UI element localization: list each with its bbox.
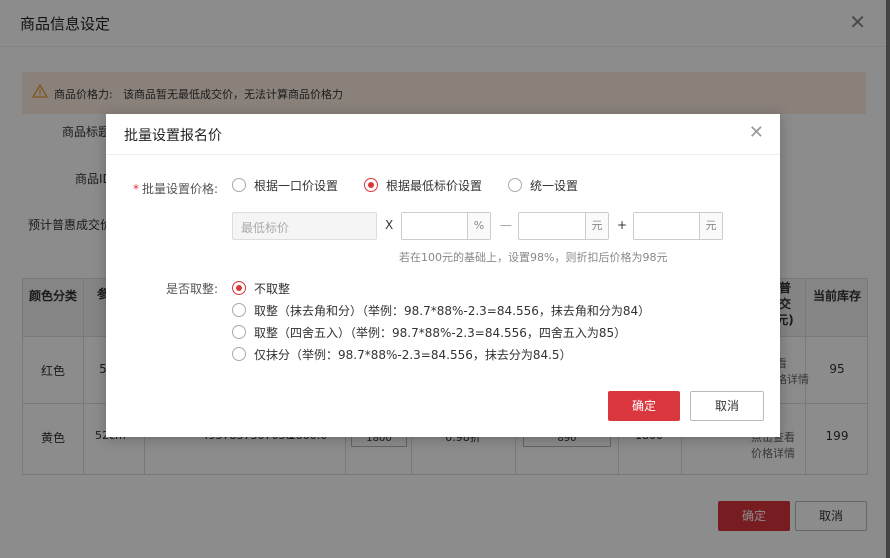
price-option-lowest[interactable]: 根据最低标价设置: [364, 177, 482, 194]
yuan-unit: 元: [699, 213, 722, 239]
radio-checked-icon: [232, 281, 246, 295]
price-option-label: 根据一口价设置: [254, 179, 339, 193]
radio-icon: [232, 178, 246, 192]
radio-icon: [232, 303, 246, 317]
rounding-label: 是否取整:: [165, 282, 218, 296]
percent-input[interactable]: %: [401, 212, 491, 240]
price-option-label: 根据最低标价设置: [386, 179, 483, 193]
plus-amount-input[interactable]: 元: [633, 212, 723, 240]
rounding-option-label: 仅抹分（举例：98.7*88%-2.3=84.556，抹去分为84.5）: [254, 348, 572, 362]
base-price-select[interactable]: 最低标价: [232, 212, 377, 240]
batch-price-label-text: 批量设置价格:: [141, 182, 218, 196]
radio-icon: [232, 325, 246, 339]
rounding-option-label: 不取整: [254, 282, 291, 296]
rounding-option-round[interactable]: 取整（四舍五入）（举例：98.7*88%-2.3=84.556，四舍五入为85）: [232, 324, 626, 341]
rounding-option-label: 取整（抹去角和分）（举例：98.7*88%-2.3=84.556，抹去角和分为8…: [254, 304, 651, 318]
modal-header: 批量设置报名价 ✕: [106, 114, 780, 155]
base-price-placeholder: 最低标价: [241, 221, 290, 235]
yuan-unit: 元: [585, 213, 608, 239]
price-option-fixed[interactable]: 根据一口价设置: [232, 177, 338, 194]
price-option-uniform[interactable]: 统一设置: [508, 177, 578, 194]
minus-sign: —: [500, 218, 512, 232]
radio-icon: [232, 347, 246, 361]
close-icon[interactable]: ✕: [749, 124, 764, 142]
radio-checked-icon: [364, 178, 378, 192]
multiply-sign: X: [385, 218, 394, 232]
radio-icon: [508, 178, 522, 192]
plus-sign: +: [617, 218, 628, 232]
modal-title: 批量设置报名价: [124, 128, 222, 144]
batch-price-label: * 批量设置价格:: [132, 182, 218, 196]
modal-confirm-button[interactable]: 确定: [608, 391, 680, 421]
rounding-option-none[interactable]: 不取整: [232, 280, 290, 297]
price-hint: 若在100元的基础上，设置98%，则折扣后价格为98元: [399, 251, 668, 264]
batch-price-modal: 批量设置报名价 ✕ * 批量设置价格: 根据一口价设置 根据最低标价设置 统一设置…: [106, 114, 780, 437]
rounding-option-label: 取整（四舍五入）（举例：98.7*88%-2.3=84.556，四舍五入为85）: [254, 326, 627, 340]
price-option-label: 统一设置: [530, 179, 579, 193]
minus-amount-input[interactable]: 元: [518, 212, 609, 240]
modal-cancel-button[interactable]: 取消: [690, 391, 764, 421]
rounding-option-floor[interactable]: 取整（抹去角和分）（举例：98.7*88%-2.3=84.556，抹去角和分为8…: [232, 302, 650, 319]
rounding-option-cents[interactable]: 仅抹分（举例：98.7*88%-2.3=84.556，抹去分为84.5）: [232, 346, 572, 363]
percent-unit: %: [467, 213, 490, 239]
